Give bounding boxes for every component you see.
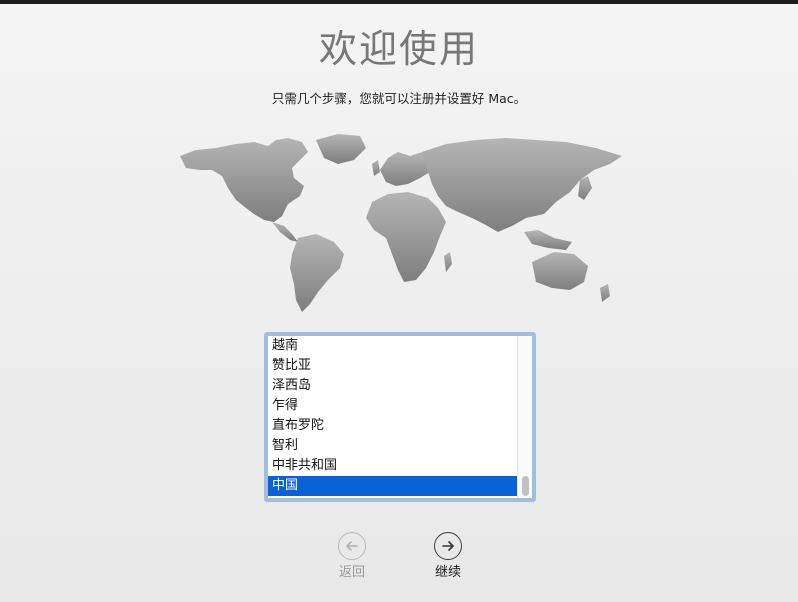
arrow-right-circle-icon <box>434 532 462 560</box>
setup-assistant-window: 欢迎使用 只需几个步骤，您就可以注册并设置好 Mac。 越南 赞比亚 泽西岛 乍… <box>0 4 798 602</box>
country-item[interactable]: 智利 <box>268 436 520 456</box>
continue-button[interactable]: 继续 <box>418 532 478 581</box>
country-item[interactable]: 赞比亚 <box>268 356 520 376</box>
country-item[interactable]: 越南 <box>268 336 520 356</box>
country-list-frame: 越南 赞比亚 泽西岛 乍得 直布罗陀 智利 中非共和国 中国 <box>267 335 533 499</box>
back-label: 返回 <box>338 565 365 580</box>
continue-label: 继续 <box>434 565 461 580</box>
country-item-selected[interactable]: 中国 <box>268 476 520 496</box>
back-button[interactable]: 返回 <box>322 532 382 581</box>
country-item[interactable]: 泽西岛 <box>268 376 520 396</box>
country-item[interactable]: 直布罗陀 <box>268 416 520 436</box>
country-list[interactable]: 越南 赞比亚 泽西岛 乍得 直布罗陀 智利 中非共和国 中国 <box>264 332 536 502</box>
list-scrollbar[interactable] <box>517 336 532 498</box>
world-map-icon <box>176 130 626 314</box>
page-subtitle: 只需几个步骤，您就可以注册并设置好 Mac。 <box>271 91 527 106</box>
arrow-left-circle-icon <box>338 532 366 560</box>
country-item[interactable]: 中非共和国 <box>268 456 520 476</box>
scrollbar-thumb[interactable] <box>522 476 529 496</box>
page-title: 欢迎使用 <box>318 27 479 71</box>
country-item[interactable]: 乍得 <box>268 396 520 416</box>
